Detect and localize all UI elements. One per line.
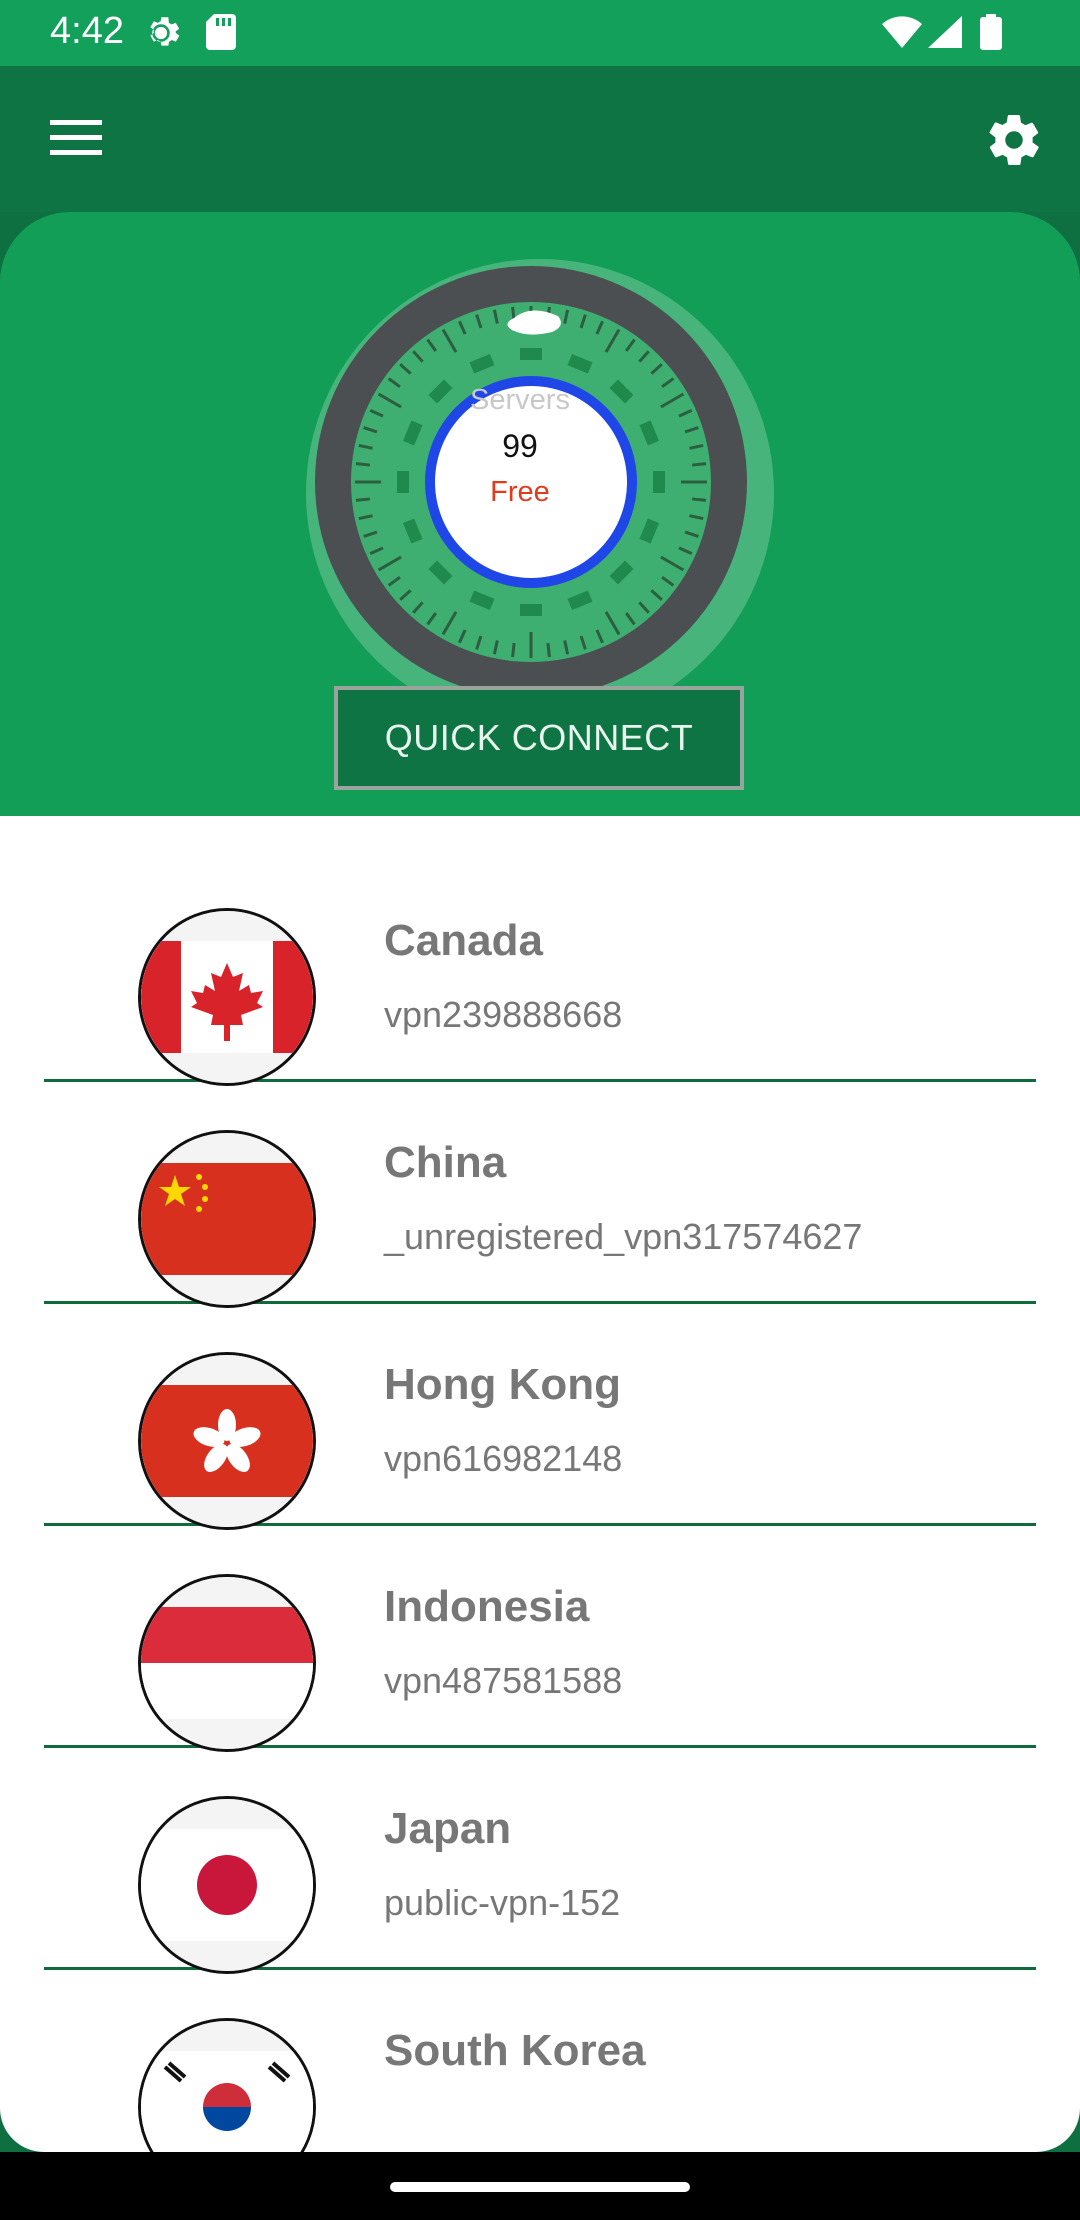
country-name: Hong Kong <box>384 1360 622 1409</box>
server-list: Canada vpn239888668 China _unregistered_… <box>0 816 1080 2152</box>
app-bar <box>0 66 1080 212</box>
server-host: vpn616982148 <box>384 1438 623 1479</box>
sd-card-icon <box>206 14 236 55</box>
hero-panel: Servers 99 Free QUICK CONNECT <box>0 212 1080 832</box>
server-row-china[interactable]: China _unregistered_vpn317574627 <box>44 1082 1036 1308</box>
server-row-indonesia[interactable]: Indonesia vpn487581588 <box>44 1526 1036 1752</box>
home-handle[interactable] <box>390 2182 690 2192</box>
country-name: China <box>384 1138 507 1187</box>
country-name: Canada <box>384 916 543 965</box>
settings-gear-icon <box>140 12 182 59</box>
status-time: 4:42 <box>50 10 124 52</box>
canada-flag-icon <box>138 908 316 1086</box>
hong-kong-flag-icon <box>138 1352 316 1530</box>
battery-icon <box>980 14 1002 55</box>
status-bar: 4:42 <box>0 0 1080 66</box>
server-row-hong-kong[interactable]: Hong Kong vpn616982148 <box>44 1304 1036 1530</box>
server-row-south-korea[interactable]: South Korea <box>44 1970 1036 2152</box>
hamburger-menu-icon[interactable] <box>48 118 104 158</box>
gear-icon[interactable] <box>984 110 1044 170</box>
country-name: Japan <box>384 1804 512 1853</box>
plan-label: Free <box>490 476 550 508</box>
signal-icon <box>928 16 962 53</box>
server-host: vpn487581588 <box>384 1660 623 1701</box>
server-host: public-vpn-152 <box>384 1882 621 1923</box>
wifi-icon <box>882 16 922 53</box>
system-nav-bar <box>0 2152 1080 2220</box>
country-name: Indonesia <box>384 1582 590 1631</box>
servers-count: 99 <box>502 428 538 464</box>
south-korea-flag-icon <box>138 2018 316 2152</box>
quick-connect-button[interactable]: QUICK CONNECT <box>334 686 744 790</box>
country-name: South Korea <box>384 2026 646 2075</box>
server-row-canada[interactable]: Canada vpn239888668 <box>44 860 1036 1086</box>
japan-flag-icon <box>138 1796 316 1974</box>
servers-label: Servers <box>470 384 570 416</box>
server-host: vpn239888668 <box>384 994 623 1035</box>
china-flag-icon <box>138 1130 316 1308</box>
indonesia-flag-icon <box>138 1574 316 1752</box>
server-host: _unregistered_vpn317574627 <box>384 1216 863 1257</box>
server-row-japan[interactable]: Japan public-vpn-152 <box>44 1748 1036 1974</box>
connection-dial[interactable] <box>306 238 774 706</box>
